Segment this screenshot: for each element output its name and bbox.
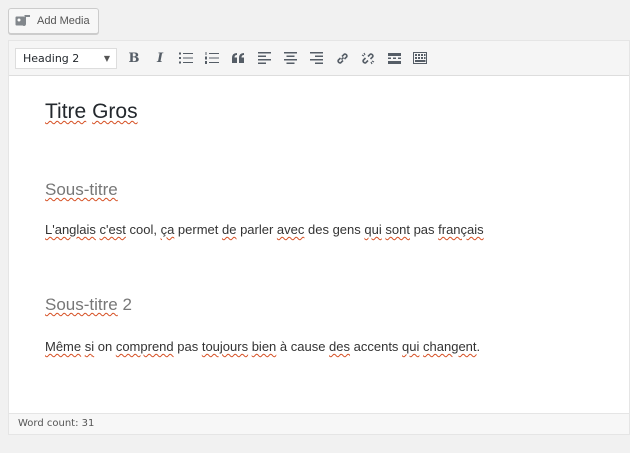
content-heading-1: Titre Gros — [45, 100, 138, 124]
misspelled-word: toujours — [201, 339, 249, 354]
paragraph-text: pas — [409, 222, 439, 237]
bold-button[interactable]: B — [123, 47, 145, 69]
misspelled-word: qui — [402, 339, 420, 354]
misspelled-word: sont — [385, 222, 410, 237]
read-more-icon — [387, 52, 401, 64]
editor: Heading 2 ▼ B I Titre Gros Sous-titre L'… — [8, 40, 630, 435]
align-center-icon — [283, 52, 297, 64]
italic-icon: I — [156, 50, 164, 66]
misspelled-word: qui — [364, 222, 382, 237]
content-heading-2: Sous-titre — [45, 180, 118, 200]
format-select-value: Heading 2 — [23, 51, 80, 65]
align-right-icon — [309, 52, 323, 64]
misspelled-word: L'anglais — [45, 222, 96, 237]
bulleted-list-icon — [179, 52, 193, 64]
add-media-button[interactable]: Add Media — [8, 8, 99, 34]
misspelled-word: bien — [251, 339, 277, 354]
remove-link-button[interactable] — [357, 47, 379, 69]
misspelled-word: Sous-titre — [45, 295, 118, 314]
misspelled-word: comprend — [115, 339, 174, 354]
misspelled-word: Gros — [92, 100, 138, 123]
misspelled-word: de — [221, 222, 237, 237]
blockquote-icon — [231, 53, 244, 63]
align-center-button[interactable] — [279, 47, 301, 69]
paragraph-text: pas — [173, 339, 202, 354]
paragraph-text: . — [476, 339, 481, 354]
paragraph-text: permet — [174, 222, 222, 237]
blockquote-button[interactable] — [227, 47, 249, 69]
misspelled-word: ça — [160, 222, 175, 237]
misspelled-word: si — [84, 339, 95, 354]
paragraph-text: cool, — [125, 222, 161, 237]
misspelled-word: changent — [423, 339, 477, 354]
numbered-list-icon — [205, 52, 219, 64]
numbered-list-button[interactable] — [201, 47, 223, 69]
misspelled-word: Même — [45, 339, 82, 354]
paragraph-text: des gens — [304, 222, 365, 237]
misspelled-word: c'est — [99, 222, 126, 237]
keyboard-icon — [413, 52, 427, 64]
word-count-bar: Word count: 31 — [9, 413, 629, 434]
media-icon — [15, 14, 32, 28]
chevron-down-icon: ▼ — [103, 53, 110, 63]
align-left-icon — [257, 52, 271, 64]
media-buttons: Add Media — [8, 8, 99, 34]
align-right-button[interactable] — [305, 47, 327, 69]
format-select[interactable]: Heading 2 ▼ — [15, 47, 117, 69]
paragraph-text: parler — [236, 222, 277, 237]
bulleted-list-button[interactable] — [175, 47, 197, 69]
misspelled-word: des — [329, 339, 351, 354]
misspelled-word: Sous-titre — [45, 180, 118, 199]
italic-button[interactable]: I — [149, 47, 171, 69]
content-paragraph-1: L'anglais c'est cool, ça permet de parle… — [45, 222, 484, 237]
paragraph-text: on — [94, 339, 116, 354]
editor-content[interactable]: Titre Gros Sous-titre L'anglais c'est co… — [9, 77, 629, 413]
word-count: Word count: 31 — [18, 418, 95, 429]
misspelled-word: Titre — [45, 100, 87, 123]
add-media-label: Add Media — [37, 15, 90, 27]
editor-toolbar: Heading 2 ▼ B I — [9, 41, 629, 76]
bold-icon: B — [128, 50, 140, 66]
align-left-button[interactable] — [253, 47, 275, 69]
unlink-icon — [361, 52, 375, 64]
misspelled-word: avec — [276, 222, 305, 237]
paragraph-text: accents — [350, 339, 403, 354]
link-icon — [336, 52, 348, 64]
paragraph-text: à cause — [276, 339, 330, 354]
content-paragraph-2: Même si on comprend pas toujours bien à … — [45, 339, 480, 354]
misspelled-word: français — [438, 222, 484, 237]
insert-link-button[interactable] — [331, 47, 353, 69]
heading-text: 2 — [117, 295, 132, 314]
read-more-button[interactable] — [383, 47, 405, 69]
toolbar-toggle-button[interactable] — [409, 47, 431, 69]
content-heading-2b: Sous-titre 2 — [45, 295, 132, 315]
